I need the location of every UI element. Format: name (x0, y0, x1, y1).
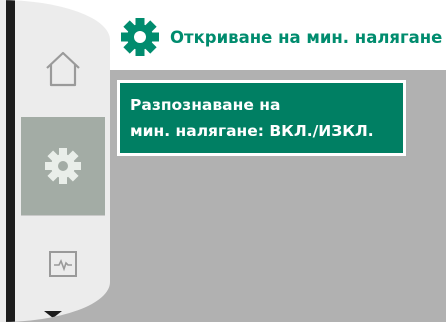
menu-item-min-pressure-toggle[interactable]: Разпознаване на мин. налягане: ВКЛ./ИЗКЛ… (117, 80, 406, 156)
home-icon (46, 51, 80, 87)
pulse-monitor-icon (49, 251, 77, 277)
sidebar-item-settings[interactable] (21, 117, 105, 215)
sidebar (0, 0, 110, 322)
menu-item-label-line2: мин. налягане: ВКЛ./ИЗКЛ. (130, 122, 374, 140)
sidebar-item-home[interactable] (21, 20, 105, 118)
gear-icon (45, 148, 81, 184)
page-header: Откриване на мин. налягане (120, 12, 442, 62)
gear-icon (121, 18, 159, 56)
page-title: Откриване на мин. налягане (170, 27, 443, 47)
bezel-edge (6, 0, 15, 322)
chevron-down-icon[interactable] (44, 311, 62, 318)
sidebar-item-diagnostics[interactable] (21, 215, 105, 313)
menu-item-label-line1: Разпознаване на (130, 96, 281, 114)
